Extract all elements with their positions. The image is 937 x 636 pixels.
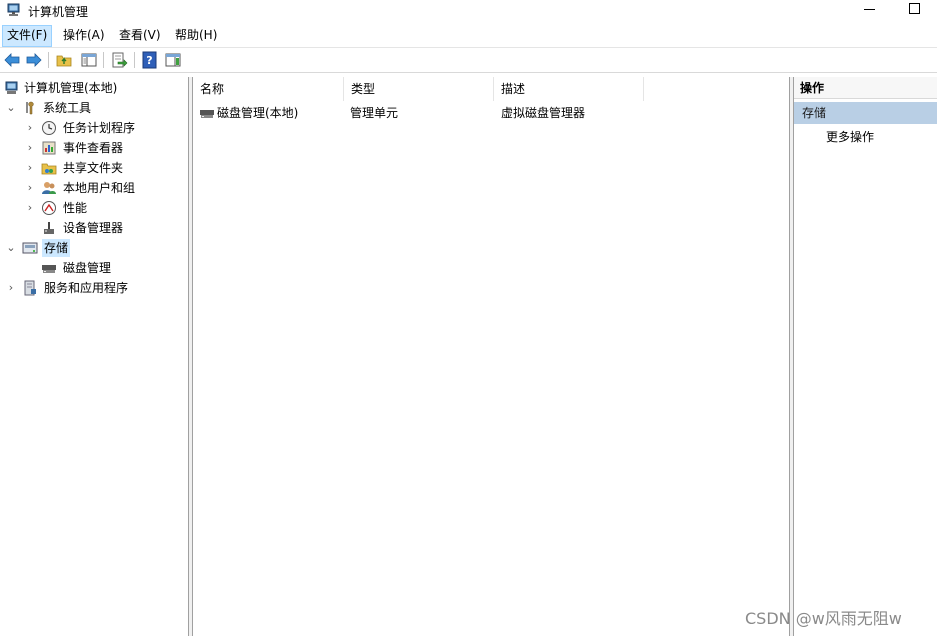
tree-item-label: 存储 (42, 239, 71, 257)
menu-bar: 文件(F) 操作(A) 查看(V) 帮助(H) (0, 24, 937, 47)
show-hide-console-tree-icon[interactable] (80, 51, 98, 69)
services-icon (24, 280, 36, 296)
result-list: 名称 类型 描述 磁盘管理(本地) 管理单元 虚拟磁盘管理器 (192, 77, 790, 636)
shared-folder-icon (41, 163, 57, 175)
window-title: 计算机管理 (28, 5, 89, 19)
forward-arrow-icon[interactable] (25, 51, 43, 69)
disk-icon (42, 265, 56, 273)
tree-item-device-manager[interactable]: 设备管理器 (0, 219, 189, 237)
tree-item-services-apps[interactable]: › 服务和应用程序 (0, 279, 189, 297)
column-header-type[interactable]: 类型 (344, 77, 494, 101)
chevron-right-icon[interactable]: › (25, 159, 35, 177)
chevron-right-icon[interactable]: › (25, 199, 35, 217)
console-tree: 计算机管理(本地) ⌄ 系统工具 › 任务计划程序 › 事件查看器 › 共享文件… (0, 77, 189, 636)
show-hide-action-pane-icon[interactable] (164, 51, 182, 69)
tree-item-performance[interactable]: › 性能 (0, 199, 189, 217)
tree-item-storage[interactable]: ⌄ 存储 (0, 239, 189, 257)
menu-action[interactable]: 操作(A) (59, 25, 109, 45)
performance-icon (42, 201, 56, 215)
tree-item-computer-management[interactable]: 计算机管理(本地) (0, 79, 189, 97)
cell-name: 磁盘管理(本地) (217, 106, 299, 120)
svg-text:?: ? (146, 54, 152, 67)
disk-icon (200, 110, 214, 118)
maximize-button[interactable] (896, 0, 932, 18)
actions-header: 操作 (794, 77, 937, 99)
list-header: 名称 类型 描述 (193, 77, 789, 101)
actions-section-storage[interactable]: 存储 (794, 102, 937, 124)
tree-item-system-tools[interactable]: ⌄ 系统工具 (0, 99, 189, 117)
menu-view[interactable]: 查看(V) (115, 25, 165, 45)
actions-pane: 操作 存储 更多操作 (793, 77, 937, 636)
event-viewer-icon (42, 141, 56, 155)
chevron-down-icon[interactable]: ⌄ (6, 239, 16, 257)
tree-item-label: 本地用户和组 (63, 181, 136, 195)
cell-type: 管理单元 (350, 106, 399, 120)
storage-icon (22, 242, 38, 254)
chevron-right-icon[interactable]: › (25, 119, 35, 137)
help-icon[interactable]: ? (141, 51, 159, 69)
table-row[interactable]: 磁盘管理(本地) 管理单元 虚拟磁盘管理器 (193, 103, 789, 123)
tools-icon (26, 101, 34, 115)
watermark: CSDN @w风雨无阻w (745, 609, 902, 628)
tree-item-disk-management[interactable]: 磁盘管理 (0, 259, 189, 277)
computer-management-icon (5, 81, 18, 94)
up-folder-icon[interactable] (55, 51, 73, 69)
minimize-button[interactable] (852, 0, 888, 18)
tree-item-label: 设备管理器 (63, 221, 124, 235)
chevron-right-icon[interactable]: › (25, 179, 35, 197)
tree-item-label: 服务和应用程序 (44, 281, 129, 295)
toolbar: ? (0, 47, 937, 73)
device-manager-icon (44, 222, 54, 234)
users-icon (42, 182, 56, 194)
tree-item-label: 计算机管理(本地) (24, 81, 118, 95)
tree-item-local-users-groups[interactable]: › 本地用户和组 (0, 179, 189, 197)
back-arrow-icon[interactable] (3, 51, 21, 69)
tree-item-label: 系统工具 (43, 101, 92, 115)
menu-file[interactable]: 文件(F) (2, 25, 53, 47)
tree-item-shared-folders[interactable]: › 共享文件夹 (0, 159, 189, 177)
tree-item-label: 共享文件夹 (63, 161, 124, 175)
title-bar: 计算机管理 (0, 0, 937, 22)
column-header-name[interactable]: 名称 (193, 77, 344, 101)
tree-item-label: 事件查看器 (63, 141, 124, 155)
tree-item-label: 性能 (63, 201, 88, 215)
tree-item-task-scheduler[interactable]: › 任务计划程序 (0, 119, 189, 137)
computer-management-icon (7, 3, 20, 16)
chevron-down-icon[interactable]: ⌄ (6, 99, 16, 117)
chevron-right-icon[interactable]: › (6, 279, 16, 297)
more-actions-link[interactable]: 更多操作 (826, 127, 874, 147)
clock-icon (42, 121, 56, 135)
tree-item-event-viewer[interactable]: › 事件查看器 (0, 139, 189, 157)
menu-help[interactable]: 帮助(H) (171, 25, 221, 45)
tree-item-label: 磁盘管理 (63, 261, 112, 275)
cell-description: 虚拟磁盘管理器 (501, 106, 586, 120)
chevron-right-icon[interactable]: › (25, 139, 35, 157)
export-list-icon[interactable] (110, 51, 128, 69)
column-header-description[interactable]: 描述 (494, 77, 644, 101)
tree-item-label: 任务计划程序 (63, 121, 136, 135)
